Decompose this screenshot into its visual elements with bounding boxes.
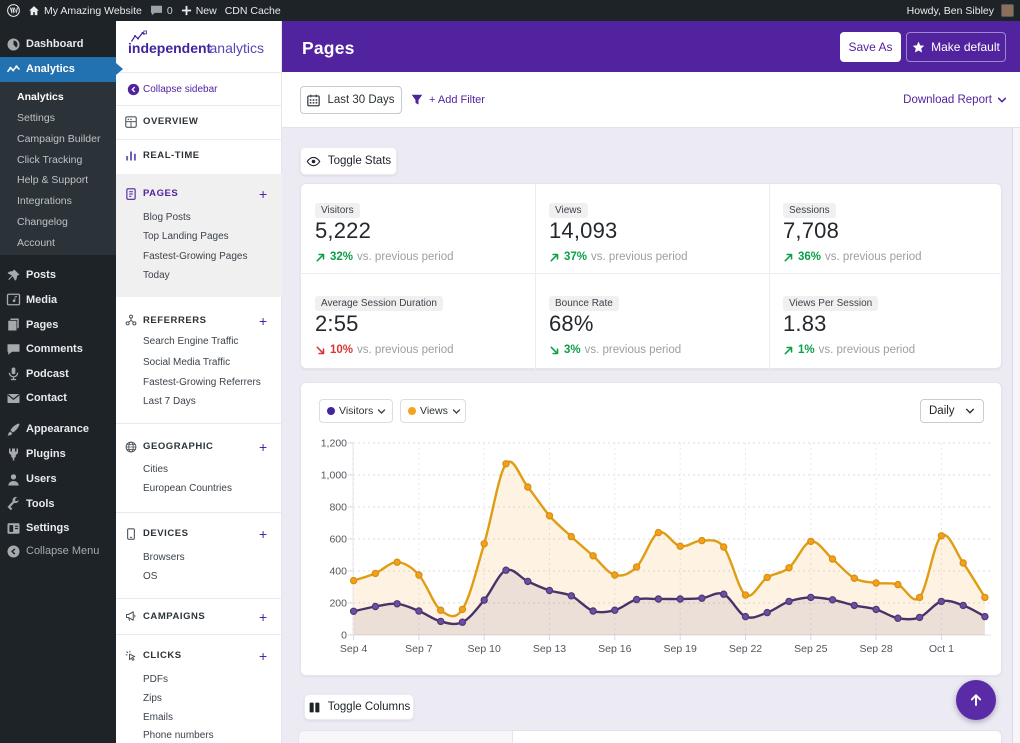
svg-text:Sep 25: Sep 25 <box>794 643 827 655</box>
svg-text:1,000: 1,000 <box>321 470 347 482</box>
svg-text:Sep 28: Sep 28 <box>859 643 892 655</box>
svg-text:Sep 10: Sep 10 <box>468 643 501 655</box>
svg-text:Sep 13: Sep 13 <box>533 643 566 655</box>
svg-text:Sep 16: Sep 16 <box>598 643 631 655</box>
svg-text:200: 200 <box>329 598 347 610</box>
svg-text:independent: independent <box>128 40 212 56</box>
svg-text:Oct 1: Oct 1 <box>929 643 954 655</box>
svg-text:0: 0 <box>341 630 347 642</box>
svg-text:600: 600 <box>329 534 347 546</box>
svg-text:Sep 22: Sep 22 <box>729 643 762 655</box>
svg-text:Sep 19: Sep 19 <box>664 643 697 655</box>
svg-text:analytics: analytics <box>210 40 264 56</box>
svg-text:800: 800 <box>329 502 347 514</box>
svg-text:1,200: 1,200 <box>321 438 347 450</box>
svg-text:Sep 4: Sep 4 <box>340 643 368 655</box>
svg-text:Sep 7: Sep 7 <box>405 643 433 655</box>
svg-text:400: 400 <box>329 566 347 578</box>
